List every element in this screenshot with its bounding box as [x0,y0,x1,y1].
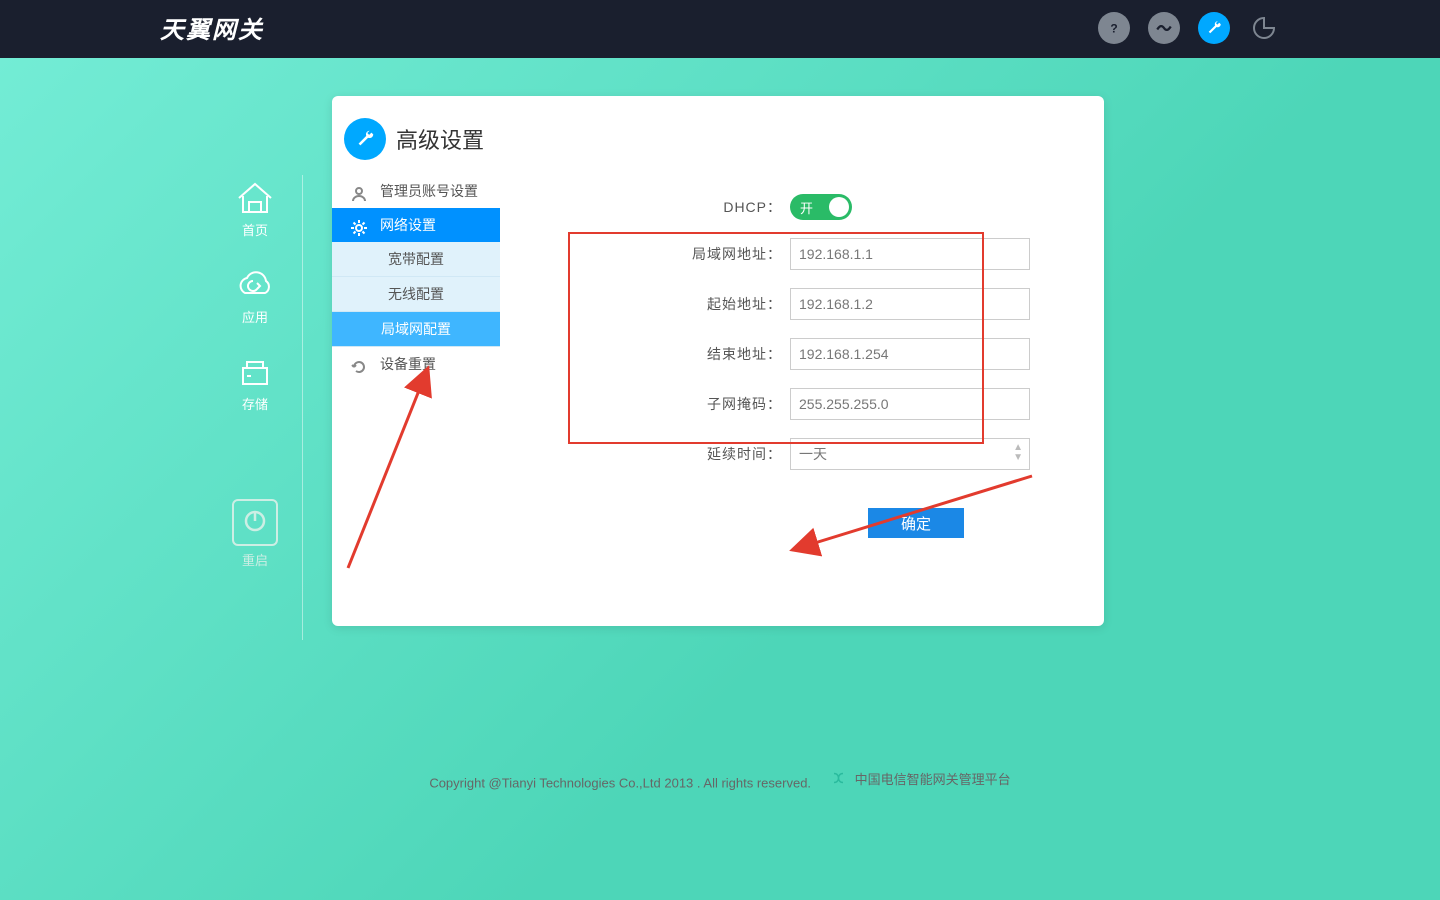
dhcp-toggle[interactable]: 开 [790,194,852,220]
row-start-ip: 起始地址： [522,288,1104,320]
dhcp-toggle-label: 开 [800,198,813,217]
row-lan-ip: 局域网地址： [522,238,1104,270]
spinner-icon: ▲▼ [1013,443,1023,463]
nav-app-label: 应用 [233,307,277,326]
lan-ip-input[interactable] [790,238,1030,270]
lease-value: 一天 [799,444,827,464]
toggle-knob [829,197,849,217]
nav-storage[interactable]: 存储 [233,354,277,413]
footer: Copyright @Tianyi Technologies Co.,Ltd 2… [0,769,1440,791]
row-mask: 子网掩码： [522,388,1104,420]
telecom-icon [831,769,849,787]
end-ip-input[interactable] [790,338,1030,370]
storage-icon [233,354,277,390]
submenu: 宽带配置 无线配置 局域网配置 [332,242,500,347]
row-end-ip: 结束地址： [522,338,1104,370]
undo-icon [350,354,370,374]
row-lease: 延续时间： 一天 ▲▼ [522,438,1104,470]
lan-form: DHCP： 开 局域网地址： 起始地址： 结束地址： 子网掩码： 延续时间： 一… [522,174,1104,538]
top-icons: ? [1098,12,1280,44]
nav-reboot[interactable]: 重启 [232,499,278,569]
nav-storage-label: 存储 [233,394,277,413]
settings-menu: 管理员账号设置 网络设置 宽带配置 无线配置 局域网配置 设备重置 [332,174,500,381]
power-icon [232,499,278,546]
lan-ip-label: 局域网地址： [522,244,790,264]
end-ip-label: 结束地址： [522,344,790,364]
menu-network-label: 网络设置 [380,217,436,233]
dhcp-label: DHCP： [522,197,790,217]
start-ip-input[interactable] [790,288,1030,320]
lease-label: 延续时间： [522,444,790,464]
help-icon[interactable]: ? [1098,12,1130,44]
gear-icon [350,215,370,235]
lease-select[interactable]: 一天 ▲▼ [790,438,1030,470]
row-dhcp: DHCP： 开 [522,194,1104,220]
stats-icon[interactable] [1148,12,1180,44]
menu-reset-label: 设备重置 [380,356,436,372]
platform-text: 中国电信智能网关管理平台 [855,769,1011,788]
panel-title: 高级设置 [396,123,484,155]
svg-text:?: ? [1110,22,1117,36]
side-nav: 首页 应用 存储 重启 [232,180,278,569]
user-icon [350,181,370,201]
menu-network[interactable]: 网络设置 [332,208,500,242]
nav-home-label: 首页 [233,220,277,239]
home-icon [233,180,277,216]
nav-app[interactable]: 应用 [233,267,277,326]
settings-icon[interactable] [1198,12,1230,44]
cloud-icon [233,267,277,303]
menu-admin-label: 管理员账号设置 [380,183,478,199]
submenu-wireless[interactable]: 无线配置 [332,277,500,312]
menu-reset[interactable]: 设备重置 [332,347,500,381]
divider [302,175,303,640]
nav-home[interactable]: 首页 [233,180,277,239]
logout-icon[interactable] [1248,12,1280,44]
mask-label: 子网掩码： [522,394,790,414]
start-ip-label: 起始地址： [522,294,790,314]
settings-panel: 高级设置 管理员账号设置 网络设置 宽带配置 无线配置 局域网配置 设备重置 D… [332,96,1104,626]
logo: 天翼网关 [160,10,264,45]
top-bar: 天翼网关 ? [0,0,1440,58]
submenu-lan[interactable]: 局域网配置 [332,312,500,347]
platform-label: 中国电信智能网关管理平台 [831,769,1011,788]
nav-reboot-label: 重启 [232,550,278,569]
mask-input[interactable] [790,388,1030,420]
submenu-broadband[interactable]: 宽带配置 [332,242,500,277]
menu-admin[interactable]: 管理员账号设置 [332,174,500,208]
panel-header: 高级设置 [332,96,1104,174]
submit-button[interactable]: 确定 [868,508,964,538]
copyright-text: Copyright @Tianyi Technologies Co.,Ltd 2… [429,775,811,790]
wrench-icon [344,118,386,160]
